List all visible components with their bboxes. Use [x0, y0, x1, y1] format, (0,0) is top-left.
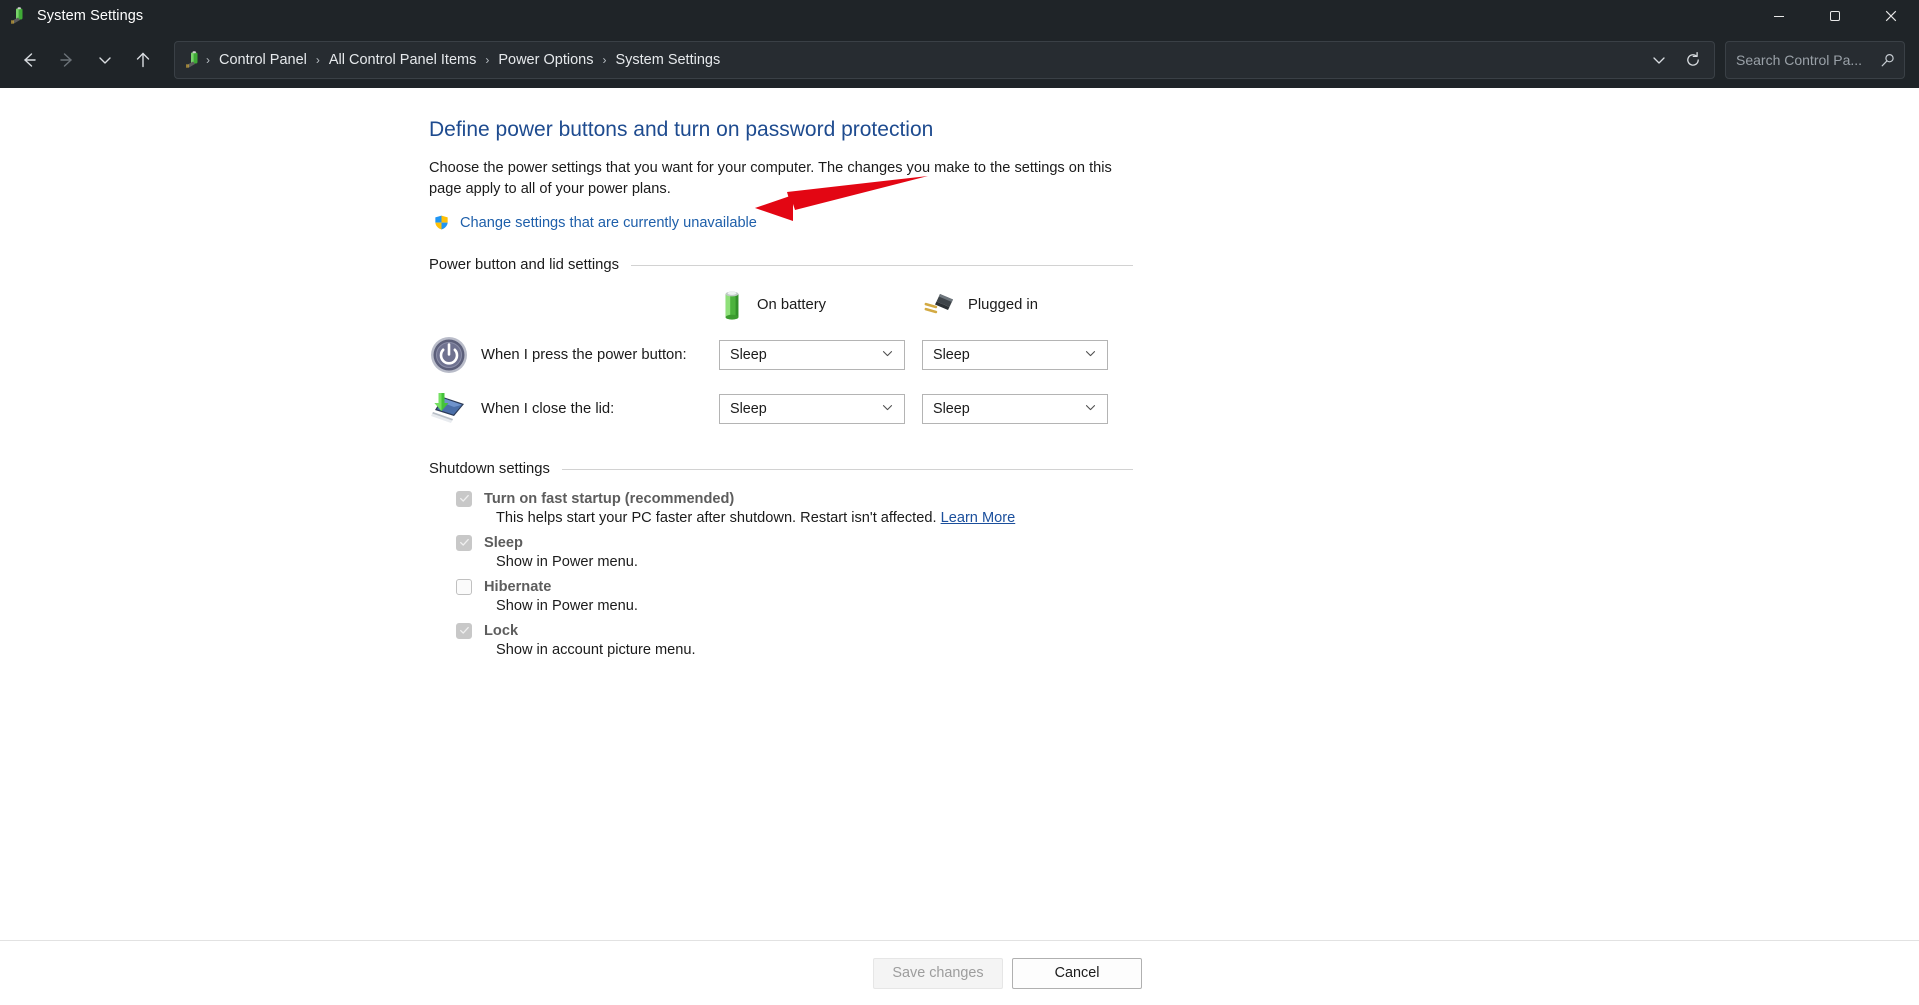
- checkbox-fast-startup[interactable]: [456, 491, 472, 507]
- power-section-title: Power button and lid settings: [429, 257, 620, 273]
- checkbox-description-sleep: Show in Power menu.: [496, 554, 638, 570]
- close-button[interactable]: [1863, 0, 1919, 32]
- breadcrumb-control-panel[interactable]: Control Panel: [213, 48, 313, 72]
- checkbox-row-fast-startup[interactable]: Turn on fast startup (recommended): [429, 491, 1919, 507]
- column-plugged-in: Plugged in: [924, 289, 1129, 321]
- dropdown-value: Sleep: [730, 347, 767, 363]
- check-icon: [459, 537, 470, 550]
- breadcrumb-power-options[interactable]: Power Options: [492, 48, 599, 72]
- dropdown-value: Sleep: [933, 401, 970, 417]
- search-icon[interactable]: [1879, 52, 1896, 69]
- refresh-icon[interactable]: [1676, 45, 1710, 75]
- checkbox-hibernate[interactable]: [456, 579, 472, 595]
- breadcrumb-separator: ›: [602, 53, 607, 67]
- title-bar: System Settings: [0, 0, 1919, 32]
- chevron-down-icon[interactable]: [881, 401, 898, 417]
- setting-label-close-lid: When I close the lid:: [481, 401, 615, 417]
- checkbox-label-hibernate: Hibernate: [484, 579, 552, 595]
- navigation-bar: › Control Panel › All Control Panel Item…: [0, 32, 1919, 88]
- forward-button[interactable]: [48, 41, 86, 79]
- learn-more-link[interactable]: Learn More: [941, 510, 1016, 526]
- checkbox-description-lock: Show in account picture menu.: [496, 642, 696, 658]
- setting-row-power-button: When I press the power button: Sleep Sle…: [429, 335, 1919, 375]
- change-settings-link[interactable]: Change settings that are currently unava…: [460, 215, 757, 231]
- battery-icon: [719, 289, 745, 321]
- checkbox-label-sleep: Sleep: [484, 535, 523, 551]
- dropdown-power-button-on-battery[interactable]: Sleep: [719, 340, 905, 370]
- breadcrumb-separator: ›: [485, 53, 490, 67]
- dropdown-value: Sleep: [933, 347, 970, 363]
- checkbox-label-fast-startup: Turn on fast startup (recommended): [484, 491, 735, 507]
- power-section-header: Power button and lid settings: [429, 257, 1133, 273]
- save-changes-button[interactable]: Save changes: [873, 957, 1003, 989]
- recent-locations-button[interactable]: [86, 41, 124, 79]
- checkbox-label-lock: Lock: [484, 623, 519, 639]
- shield-icon: [433, 214, 450, 231]
- dropdown-close-lid-plugged-in[interactable]: Sleep: [922, 394, 1108, 424]
- chevron-down-icon[interactable]: [881, 347, 898, 363]
- checkbox-lock[interactable]: [456, 623, 472, 639]
- checkbox-row-lock[interactable]: Lock: [429, 623, 1919, 639]
- section-divider: [631, 264, 1133, 266]
- window-title: System Settings: [37, 8, 144, 24]
- power-plug-icon: [924, 292, 956, 318]
- column-headers: On battery Plugged in: [429, 289, 1919, 321]
- content-area: Define power buttons and turn on passwor…: [0, 88, 1919, 1005]
- dropdown-close-lid-on-battery[interactable]: Sleep: [719, 394, 905, 424]
- maximize-button[interactable]: [1807, 0, 1863, 32]
- breadcrumb-system-settings[interactable]: System Settings: [609, 48, 726, 72]
- breadcrumb-separator: ›: [315, 53, 320, 67]
- column-on-battery: On battery: [719, 289, 924, 321]
- checkbox-description-fast-startup: This helps start your PC faster after sh…: [429, 510, 1919, 526]
- chevron-down-icon[interactable]: [1642, 45, 1676, 75]
- shutdown-section-header: Shutdown settings: [429, 461, 1133, 477]
- column-on-battery-label: On battery: [757, 297, 827, 313]
- checkbox-sleep[interactable]: [456, 535, 472, 551]
- breadcrumb-separator: ›: [206, 53, 210, 67]
- address-bar-battery-plug-icon: [185, 51, 203, 69]
- section-divider: [561, 468, 1133, 470]
- shutdown-section-title: Shutdown settings: [429, 461, 550, 477]
- address-bar[interactable]: › Control Panel › All Control Panel Item…: [174, 41, 1715, 79]
- cancel-button[interactable]: Cancel: [1012, 957, 1142, 989]
- checkbox-row-sleep[interactable]: Sleep: [429, 535, 1919, 551]
- column-plugged-in-label: Plugged in: [968, 297, 1038, 313]
- chevron-down-icon[interactable]: [1084, 347, 1101, 363]
- breadcrumb-all-control-panel-items[interactable]: All Control Panel Items: [323, 48, 482, 72]
- setting-row-close-lid: When I close the lid: Sleep Sleep: [429, 389, 1919, 429]
- search-box[interactable]: [1725, 41, 1905, 79]
- checkbox-description-hibernate: Show in Power menu.: [496, 598, 638, 614]
- check-icon: [459, 625, 470, 638]
- power-button-icon: [429, 335, 469, 375]
- checkbox-row-hibernate[interactable]: Hibernate: [429, 579, 1919, 595]
- window-controls: [1751, 0, 1919, 32]
- page-description: Choose the power settings that you want …: [429, 160, 1112, 197]
- battery-plug-icon: [10, 7, 28, 25]
- footer-bar: Save changes Cancel: [0, 940, 1919, 1005]
- minimize-button[interactable]: [1751, 0, 1807, 32]
- dropdown-value: Sleep: [730, 401, 767, 417]
- laptop-lid-icon: [429, 389, 469, 429]
- description-text: This helps start your PC faster after sh…: [496, 510, 937, 526]
- back-button[interactable]: [10, 41, 48, 79]
- up-button[interactable]: [124, 41, 162, 79]
- check-icon: [459, 493, 470, 506]
- chevron-down-icon[interactable]: [1084, 401, 1101, 417]
- page-title: Define power buttons and turn on passwor…: [429, 118, 934, 141]
- dropdown-power-button-plugged-in[interactable]: Sleep: [922, 340, 1108, 370]
- change-settings-row[interactable]: Change settings that are currently unava…: [433, 214, 1919, 231]
- settings-page: Define power buttons and turn on passwor…: [0, 88, 1919, 658]
- setting-label-power-button: When I press the power button:: [481, 347, 687, 363]
- search-input[interactable]: [1736, 52, 1879, 68]
